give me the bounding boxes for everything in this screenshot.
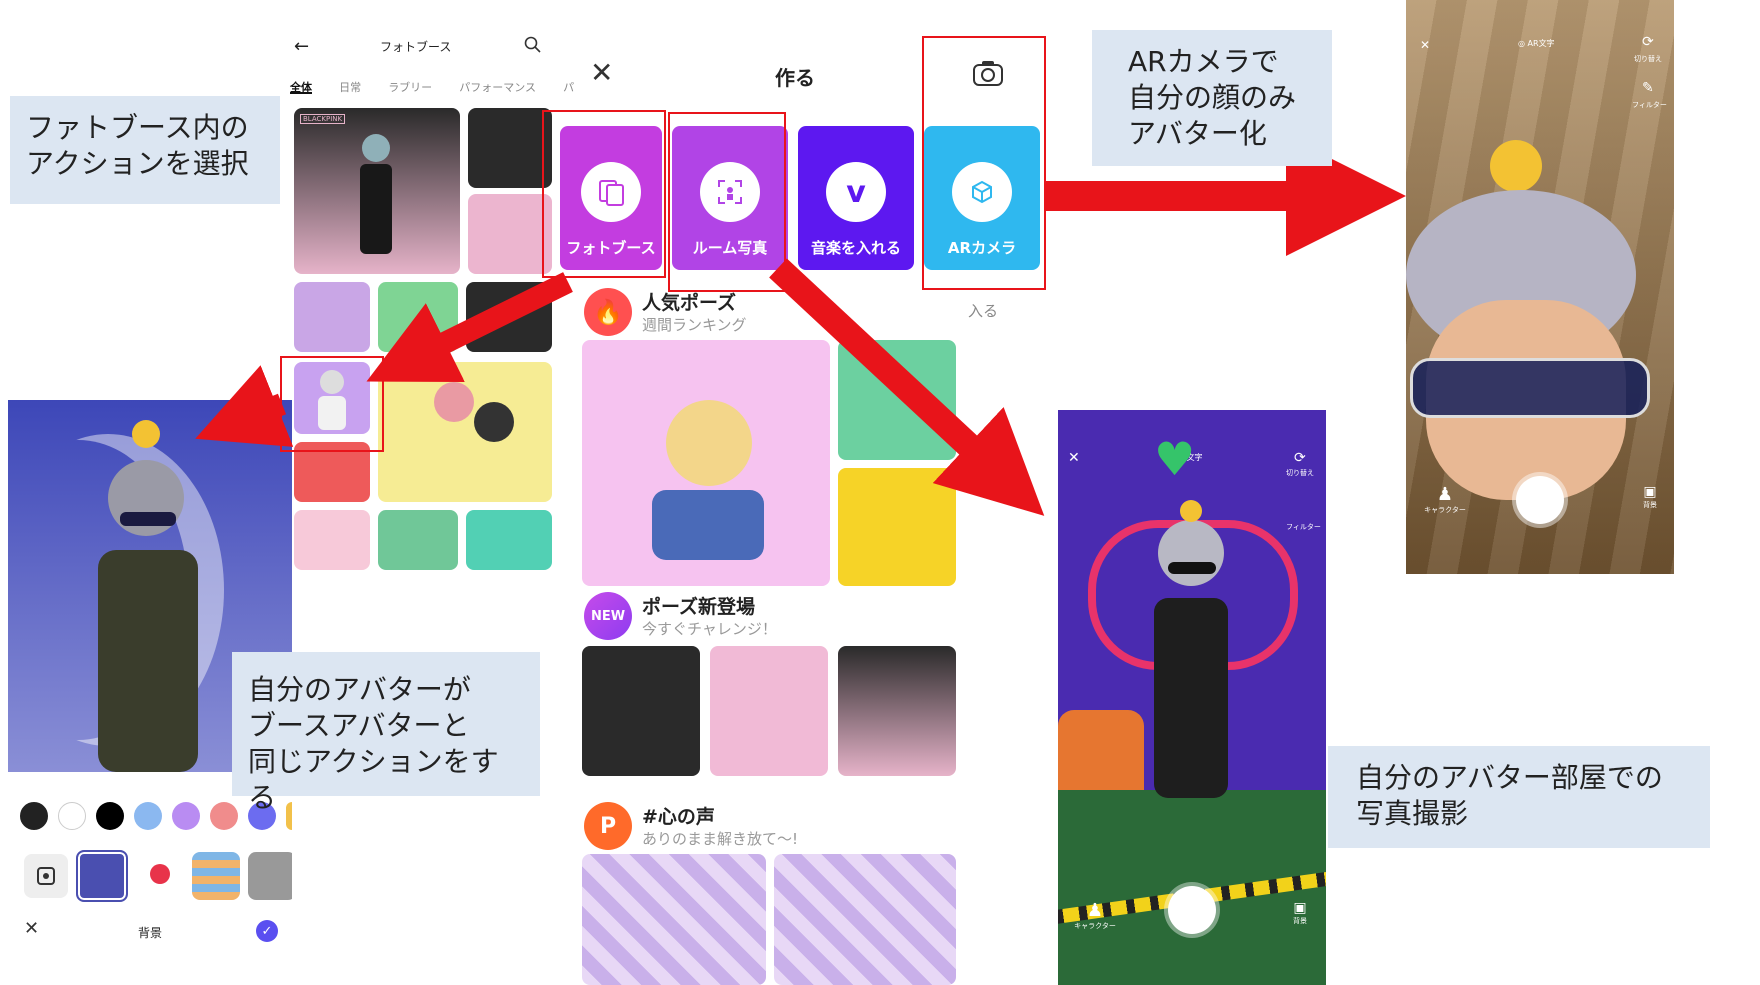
note-room-photo: 自分のアバター部屋での 写真撮影	[1328, 746, 1710, 848]
note-photobooth-select: ファトブース内の アクションを選択	[10, 96, 280, 204]
arrow-to-preview	[195, 365, 294, 447]
note-same-action: 自分のアバターが ブースアバターと 同じアクションをする	[232, 652, 540, 814]
note-ar-camera: ARカメラで 自分の顔のみ アバター化	[1092, 30, 1332, 166]
arrow-to-booth-tile	[366, 272, 573, 383]
arrow-to-room-screen	[769, 258, 1045, 516]
